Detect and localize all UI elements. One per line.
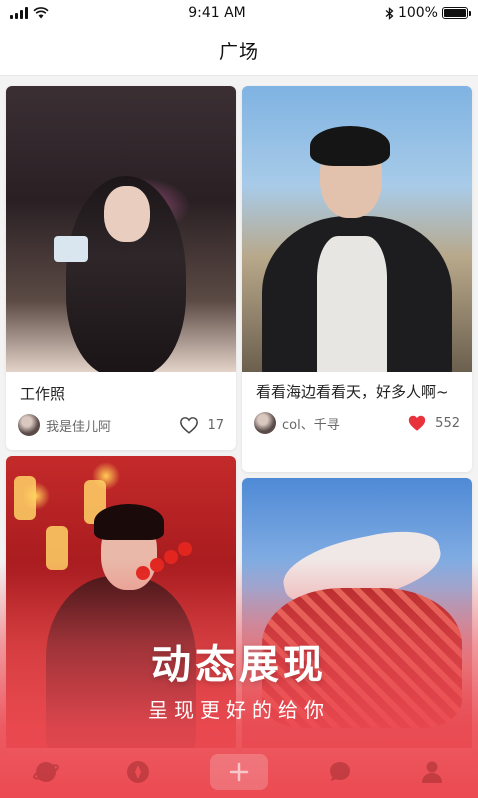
tab-messages[interactable] [320,752,360,792]
feed-card[interactable]: 看看海边看看天，好多人啊~ col、千寻 552 [242,86,472,472]
tab-bar [0,746,478,798]
page-title: 广场 [218,41,259,63]
author-name[interactable]: col、千寻 [282,414,340,433]
wifi-icon [33,7,49,19]
compass-icon [127,761,149,783]
avatar[interactable] [18,414,40,436]
like-count: 17 [207,417,224,433]
add-icon [229,762,249,782]
post-title: 看看海边看看天，好多人啊~ [256,383,449,401]
feed-card[interactable]: 工作照 我是佳儿阿 17 [6,86,236,450]
message-icon [330,762,350,781]
tab-explore[interactable] [118,752,158,792]
like-count: 552 [435,415,460,431]
avatar[interactable] [254,412,276,434]
signal-icon [10,7,28,19]
add-post-button[interactable] [210,754,268,790]
like-button[interactable]: 17 [179,416,224,434]
profile-icon [422,761,442,783]
battery-percent: 100% [397,5,438,21]
promo-subtitle: 呈现更好的给你 [148,698,330,722]
heart-outline-icon [180,417,199,434]
status-time: 9:41 AM [188,5,246,21]
post-image[interactable] [6,86,236,372]
status-bar: 9:41 AM 100% [0,0,478,26]
promo-title: 动态展现 [151,642,327,688]
tab-discover[interactable] [26,752,66,792]
planet-icon [33,762,59,782]
battery-icon [441,7,471,19]
post-title: 工作照 [20,385,66,403]
post-image[interactable] [242,86,472,372]
like-button[interactable]: 552 [407,414,460,432]
bluetooth-icon [385,6,394,20]
heart-filled-icon [408,415,426,431]
author-name[interactable]: 我是佳儿阿 [46,416,111,435]
tab-profile[interactable] [412,752,452,792]
nav-bar: 广场 [0,26,478,76]
